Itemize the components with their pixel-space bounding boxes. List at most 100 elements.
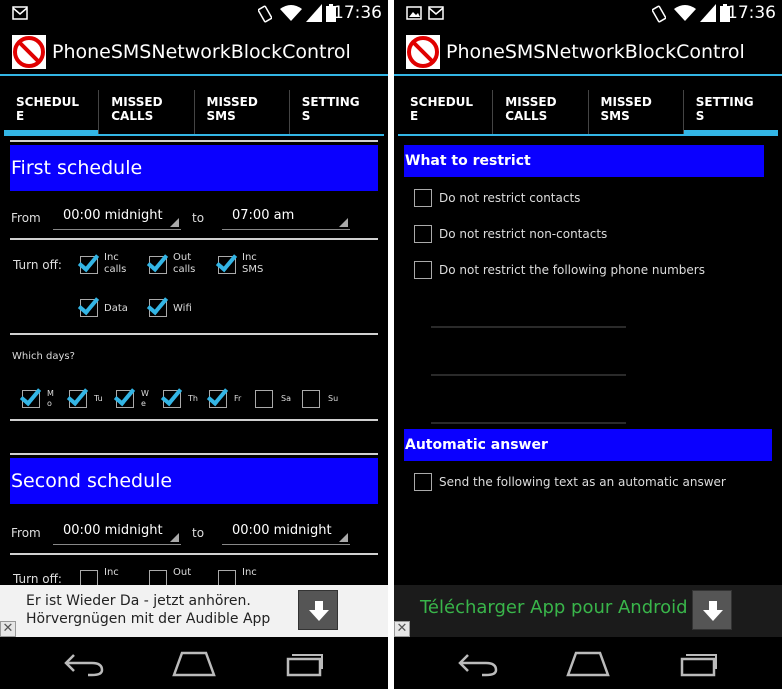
tab-bar: SCHEDUL E MISSED CALLS MISSED SMS SETTIN… (4, 90, 384, 136)
inc-sms-checkbox-2[interactable] (218, 570, 236, 585)
data-label: Data (104, 303, 128, 314)
data-checkbox[interactable] (80, 299, 98, 317)
inc-sms-label-2: Inc (242, 567, 257, 578)
ad-text: Er ist Wieder Da - jetzt anhören. Hörver… (26, 593, 271, 627)
restrict-non-contacts-label: Do not restrict non-contacts (439, 227, 608, 241)
home-icon-2[interactable] (566, 649, 610, 677)
action-bar: PhoneSMSNetworkBlockControl (0, 28, 388, 76)
tab-missed-calls-label-2: CALLS (505, 109, 548, 123)
status-bar-2: 17:36 (394, 0, 782, 28)
ad-download-button[interactable] (298, 590, 338, 630)
ad-banner-2[interactable]: Télécharger App pour Android ✕ (394, 585, 782, 637)
auto-answer-checkbox[interactable] (414, 473, 432, 491)
back-icon[interactable] (62, 649, 106, 677)
restrict-contacts-label: Do not restrict contacts (439, 191, 581, 205)
tab-missed-sms-label: MISSED (206, 95, 258, 109)
tab-missed-sms-2[interactable]: MISSED SMS (587, 90, 683, 134)
to-label-2: to (192, 526, 205, 540)
tab-missed-sms-label-2: SMS (206, 109, 236, 123)
restrict-contacts-checkbox[interactable] (414, 189, 432, 207)
download-arrow-icon (309, 601, 329, 621)
wifi-checkbox[interactable] (149, 299, 167, 317)
phone-number-field-1[interactable] (431, 326, 626, 328)
download-arrow-icon-2 (703, 601, 723, 621)
restrict-non-contacts-checkbox[interactable] (414, 225, 432, 243)
restrict-phone-numbers-label: Do not restrict the following phone numb… (439, 263, 705, 277)
day-saturday-checkbox[interactable] (255, 390, 273, 408)
out-calls-checkbox[interactable] (149, 256, 167, 274)
ad-text-2: Télécharger App pour Android (420, 597, 688, 618)
tab-missed-sms-label: MISSED (600, 95, 652, 109)
action-bar-2: PhoneSMSNetworkBlockControl (394, 28, 782, 76)
rotation-icon (258, 5, 272, 23)
inc-calls-checkbox[interactable] (80, 256, 98, 274)
tab-missed-calls-label: MISSED (505, 95, 557, 109)
phone-number-field-3[interactable] (431, 422, 626, 424)
tab-missed-calls[interactable]: MISSED CALLS (98, 90, 193, 134)
tab-schedule-2[interactable]: SCHEDUL E (398, 90, 492, 134)
tab-missed-calls-label: MISSED (111, 95, 163, 109)
tab-settings[interactable]: SETTING S (288, 90, 384, 134)
tab-missed-sms-label-2: SMS (600, 109, 630, 123)
restrict-phone-numbers-checkbox[interactable] (414, 261, 432, 279)
from-time-spinner[interactable]: 00:00 midnight (53, 206, 181, 230)
from-label-2: From (11, 526, 41, 540)
tab-settings-label: SETTING (301, 95, 360, 109)
from-time-spinner-2[interactable]: 00:00 midnight (53, 521, 181, 545)
to-label: to (192, 211, 205, 225)
tab-missed-sms[interactable]: MISSED SMS (193, 90, 289, 134)
day-tuesday-checkbox[interactable] (69, 390, 87, 408)
phone-number-field-2[interactable] (431, 374, 626, 376)
day-friday-checkbox[interactable] (209, 390, 227, 408)
tab-missed-calls-2[interactable]: MISSED CALLS (492, 90, 587, 134)
gmail-icon-2 (428, 6, 444, 20)
recent-apps-icon[interactable] (282, 649, 326, 677)
inc-sms-label: Inc SMS (242, 252, 264, 275)
tab-schedule-label-2: E (410, 109, 419, 123)
ad-close-button[interactable]: ✕ (0, 621, 16, 637)
tab-settings-2[interactable]: SETTING S (682, 90, 779, 136)
to-time-spinner[interactable]: 07:00 am (222, 206, 350, 230)
close-icon-2: ✕ (396, 621, 408, 636)
out-calls-checkbox-2[interactable] (149, 570, 167, 585)
wifi-icon (280, 5, 302, 21)
inc-calls-label: Inc calls (104, 252, 127, 275)
home-icon[interactable] (172, 649, 216, 677)
close-icon: ✕ (2, 621, 14, 636)
inc-calls-label-2: Inc (104, 567, 119, 578)
tab-schedule-label-2: E (16, 109, 25, 123)
second-schedule-header: Second schedule (10, 458, 378, 504)
clock-2: 17:36 (727, 3, 776, 23)
day-thursday-label: Th (188, 394, 198, 403)
rotation-icon-2 (652, 5, 666, 23)
first-schedule-header: First schedule (10, 145, 378, 191)
ad-download-button-2[interactable] (692, 590, 732, 630)
schedule-panel: First schedule From 00:00 midnight to 07… (10, 140, 378, 585)
inc-calls-checkbox-2[interactable] (80, 570, 98, 585)
signal-icon (306, 4, 322, 22)
ad-banner[interactable]: Er ist Wieder Da - jetzt anhören. Hörver… (0, 585, 388, 637)
tab-missed-calls-label-2: CALLS (111, 109, 154, 123)
day-thursday-checkbox[interactable] (163, 390, 181, 408)
signal-icon-2 (700, 4, 716, 22)
day-saturday-label: Sa (281, 394, 291, 403)
ad-close-button-2[interactable]: ✕ (394, 621, 410, 637)
tab-schedule-label: SCHEDUL (410, 95, 474, 109)
back-icon-2[interactable] (456, 649, 500, 677)
day-monday-checkbox[interactable] (22, 390, 40, 408)
day-sunday-checkbox[interactable] (302, 390, 320, 408)
inc-sms-checkbox[interactable] (218, 256, 236, 274)
app-title-2: PhoneSMSNetworkBlockControl (446, 41, 745, 63)
turn-off-label-2: Turn off: (13, 572, 62, 585)
tab-schedule-label: SCHEDUL (16, 95, 80, 109)
tab-schedule[interactable]: SCHEDUL E (4, 90, 99, 136)
tab-bar-2: SCHEDUL E MISSED CALLS MISSED SMS SETTIN… (398, 90, 779, 136)
automatic-answer-header: Automatic answer (404, 429, 772, 461)
recent-apps-icon-2[interactable] (676, 649, 720, 677)
what-to-restrict-header: What to restrict (404, 145, 764, 177)
day-wednesday-checkbox[interactable] (116, 390, 134, 408)
tab-settings-label: SETTING (695, 95, 754, 109)
status-bar: 17:36 (0, 0, 388, 28)
to-time-spinner-2[interactable]: 00:00 midnight (222, 521, 350, 545)
from-label: From (11, 211, 41, 225)
